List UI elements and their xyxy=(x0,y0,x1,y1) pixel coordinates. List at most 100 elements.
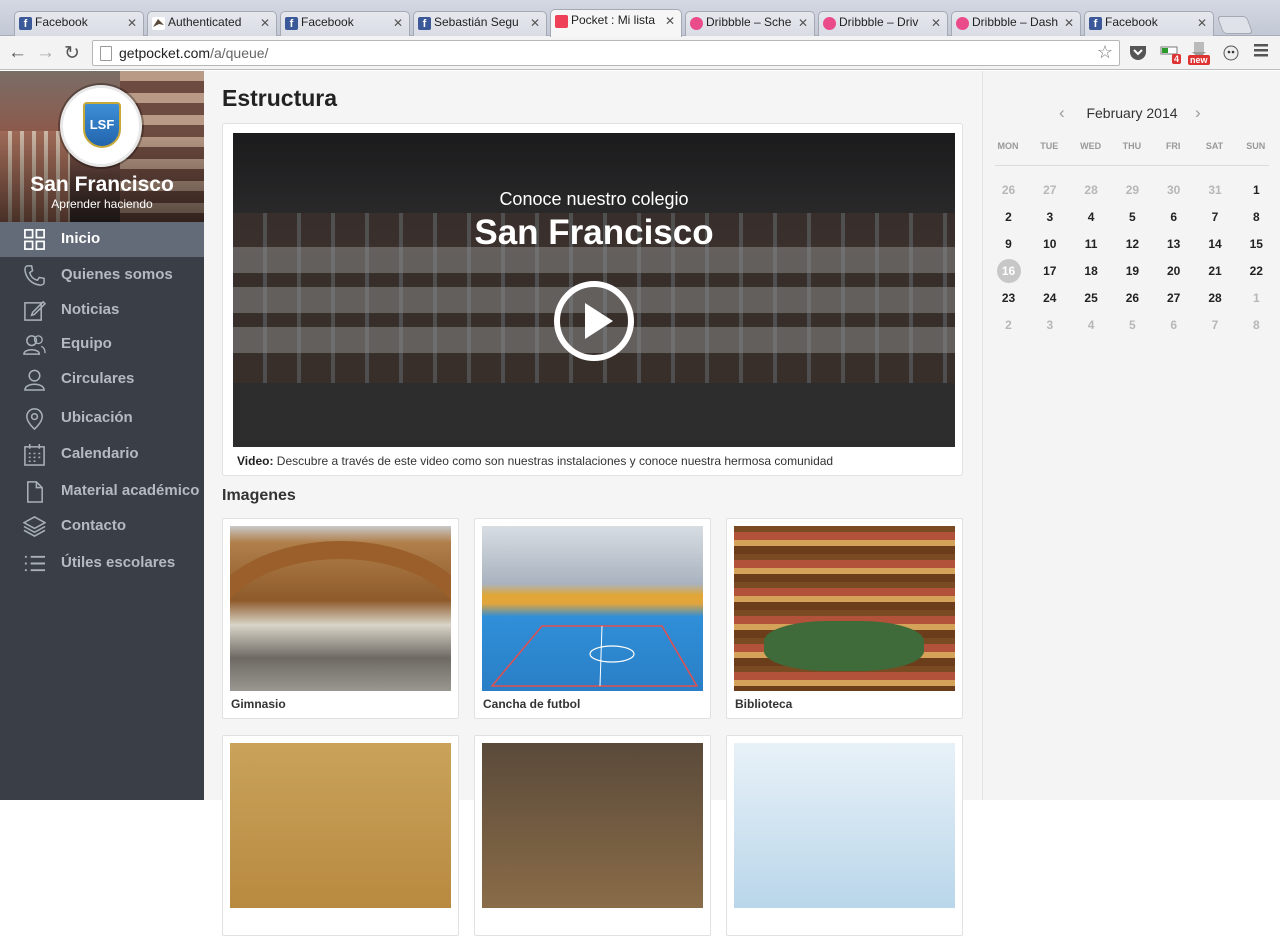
url-path: /a/queue/ xyxy=(210,45,269,61)
calendar-day[interactable]: 25 xyxy=(1076,288,1106,308)
calendar-day[interactable]: 5 xyxy=(1117,315,1147,335)
calendar-day[interactable]: 7 xyxy=(1200,207,1230,227)
close-icon[interactable]: ✕ xyxy=(260,16,270,30)
calendar-day[interactable]: 24 xyxy=(1035,288,1065,308)
calendar-day[interactable]: 9 xyxy=(994,234,1024,254)
sidebar-item-noticias[interactable]: Noticias xyxy=(0,293,204,328)
close-icon[interactable]: ✕ xyxy=(393,16,403,30)
address-bar[interactable]: getpocket.com/a/queue/ ☆ xyxy=(92,40,1120,66)
school-logo[interactable]: LSF xyxy=(60,85,142,167)
tab-facebook-1[interactable]: f Facebook ✕ xyxy=(14,11,144,36)
calendar-day[interactable]: 8 xyxy=(1241,207,1271,227)
calendar-day[interactable]: 15 xyxy=(1241,234,1271,254)
calendar-day[interactable]: 6 xyxy=(1159,315,1189,335)
calendar-day[interactable]: 3 xyxy=(1035,207,1065,227)
sidebar-item-material-academico[interactable]: Material académico xyxy=(0,474,204,509)
calendar-day[interactable]: 17 xyxy=(1035,261,1065,281)
calendar-day[interactable]: 14 xyxy=(1200,234,1230,254)
battery-extension-icon[interactable]: 4 xyxy=(1160,44,1184,66)
dribbble-icon xyxy=(823,17,836,30)
reload-icon[interactable]: ↻ xyxy=(64,42,80,65)
calendar-day[interactable]: 27 xyxy=(1159,288,1189,308)
calendar-day[interactable]: 29 xyxy=(1117,180,1147,200)
calendar-day[interactable]: 1 xyxy=(1241,180,1271,200)
tab-authenticated[interactable]: Authenticated ✕ xyxy=(147,11,277,36)
image-card[interactable] xyxy=(222,735,459,936)
calendar-day[interactable]: 6 xyxy=(1159,207,1189,227)
calendar-divider xyxy=(995,165,1269,166)
chevron-right-icon[interactable]: › xyxy=(1195,103,1201,123)
calendar-day[interactable]: 3 xyxy=(1035,315,1065,335)
photo-thumbnail xyxy=(734,743,955,908)
calendar-day[interactable]: 26 xyxy=(994,180,1024,200)
close-icon[interactable]: ✕ xyxy=(665,14,675,28)
ghost-extension-icon[interactable] xyxy=(1222,43,1240,61)
image-card[interactable] xyxy=(726,735,963,936)
calendar-day[interactable]: 18 xyxy=(1076,261,1106,281)
tab-pocket[interactable]: Pocket : Mi lista ✕ xyxy=(550,9,682,37)
sidebar-item-circulares[interactable]: Circulares xyxy=(0,362,204,397)
calendar-day[interactable]: 7 xyxy=(1200,315,1230,335)
close-icon[interactable]: ✕ xyxy=(1064,16,1074,30)
forward-arrow-icon[interactable]: → xyxy=(36,42,55,64)
close-icon[interactable]: ✕ xyxy=(530,16,540,30)
calendar-day[interactable]: 2 xyxy=(994,315,1024,335)
sidebar-item-calendario[interactable]: Calendario xyxy=(0,437,204,472)
calendar-day[interactable]: 22 xyxy=(1241,261,1271,281)
image-card[interactable] xyxy=(474,735,711,936)
new-tab-button[interactable] xyxy=(1216,16,1254,34)
calendar-day[interactable]: 4 xyxy=(1076,207,1106,227)
calendar-panel: ‹ February 2014 › MON TUE WED THU FRI SAT SUN 2… xyxy=(982,71,1280,800)
sidebar-item-contacto[interactable]: Contacto xyxy=(0,509,204,544)
calendar-day[interactable]: 23 xyxy=(994,288,1024,308)
calendar-day[interactable]: 21 xyxy=(1200,261,1230,281)
calendar-day[interactable]: 26 xyxy=(1117,288,1147,308)
download-extension-icon[interactable]: new xyxy=(1188,42,1212,65)
image-card-biblioteca[interactable]: Biblioteca xyxy=(726,518,963,719)
calendar-day[interactable]: 19 xyxy=(1117,261,1147,281)
edit-icon xyxy=(24,300,46,321)
pocket-extension-icon[interactable] xyxy=(1128,44,1148,60)
tab-sebastian[interactable]: f Sebastián Segu ✕ xyxy=(413,11,547,36)
sidebar-item-utiles-escolares[interactable]: Útiles escolares xyxy=(0,546,204,581)
sidebar-item-ubicacion[interactable]: Ubicación xyxy=(0,401,204,436)
calendar-day[interactable]: 4 xyxy=(1076,315,1106,335)
sidebar-item-inicio[interactable]: Inicio xyxy=(0,222,204,257)
tab-dribbble-2[interactable]: Dribbble – Driv ✕ xyxy=(818,11,948,36)
bookmark-star-icon[interactable]: ☆ xyxy=(1097,42,1113,63)
calendar-day[interactable]: 10 xyxy=(1035,234,1065,254)
calendar-day[interactable]: 1 xyxy=(1241,288,1271,308)
calendar-day[interactable]: 20 xyxy=(1159,261,1189,281)
image-card-gimnasio[interactable]: Gimnasio xyxy=(222,518,459,719)
tab-dribbble-1[interactable]: Dribbble – Sche ✕ xyxy=(685,11,815,36)
video-caption-label: Video: xyxy=(237,454,274,468)
calendar-day[interactable]: 30 xyxy=(1159,180,1189,200)
tab-facebook-2[interactable]: f Facebook ✕ xyxy=(280,11,410,36)
calendar-day[interactable]: 2 xyxy=(994,207,1024,227)
calendar-day-today[interactable]: 16 xyxy=(996,259,1021,283)
weekday-header: TUE xyxy=(1040,141,1059,151)
close-icon[interactable]: ✕ xyxy=(127,16,137,30)
tab-dribbble-3[interactable]: Dribbble – Dash ✕ xyxy=(951,11,1081,36)
menu-icon[interactable] xyxy=(1253,42,1269,58)
dribbble-icon xyxy=(690,17,703,30)
play-icon[interactable] xyxy=(554,281,634,361)
calendar-day[interactable]: 11 xyxy=(1076,234,1106,254)
calendar-day[interactable]: 5 xyxy=(1117,207,1147,227)
calendar-day[interactable]: 8 xyxy=(1241,315,1271,335)
calendar-day[interactable]: 28 xyxy=(1076,180,1106,200)
tab-facebook-3[interactable]: f Facebook ✕ xyxy=(1084,11,1214,36)
calendar-day[interactable]: 13 xyxy=(1159,234,1189,254)
video-player[interactable]: Conoce nuestro colegio San Francisco xyxy=(233,133,955,447)
sidebar-item-equipo[interactable]: Equipo xyxy=(0,327,204,362)
image-card-cancha[interactable]: Cancha de futbol xyxy=(474,518,711,719)
sidebar-item-quienes-somos[interactable]: Quienes somos xyxy=(0,258,204,293)
calendar-day[interactable]: 12 xyxy=(1117,234,1147,254)
back-arrow-icon[interactable]: ← xyxy=(8,42,27,64)
close-icon[interactable]: ✕ xyxy=(798,16,808,30)
calendar-day[interactable]: 27 xyxy=(1035,180,1065,200)
calendar-day[interactable]: 31 xyxy=(1200,180,1230,200)
close-icon[interactable]: ✕ xyxy=(1197,16,1207,30)
calendar-day[interactable]: 28 xyxy=(1200,288,1230,308)
close-icon[interactable]: ✕ xyxy=(931,16,941,30)
